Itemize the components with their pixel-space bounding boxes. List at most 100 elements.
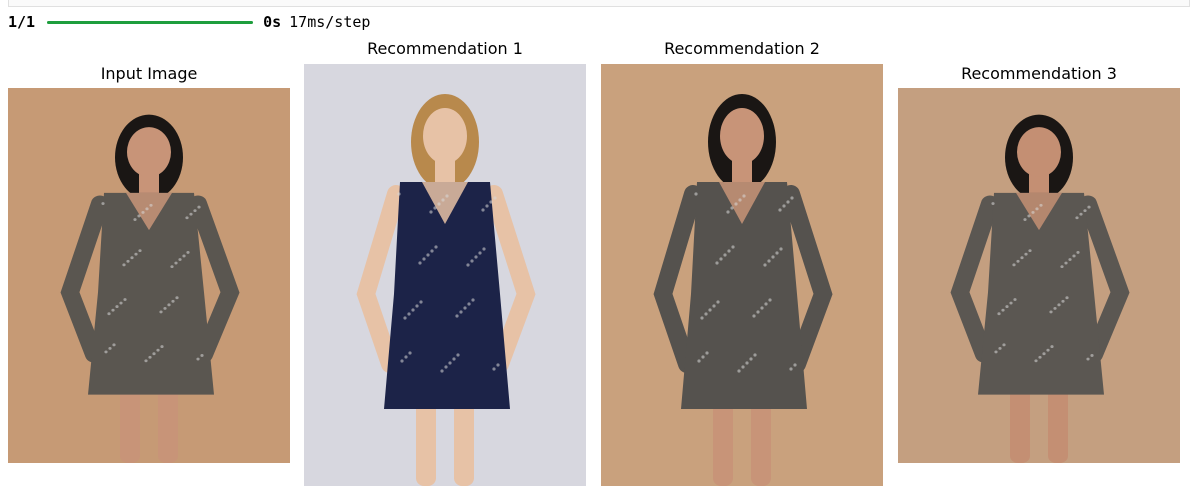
sequin-dot (1086, 357, 1090, 361)
sequin-dot (1023, 218, 1027, 221)
photo-illustration (8, 88, 290, 463)
sequin-dot (478, 251, 482, 255)
photo-illustration (304, 64, 586, 486)
sequin-dot (133, 218, 137, 221)
sequin-dot (119, 301, 123, 305)
sequin-dot (697, 359, 701, 363)
sequin-dot (123, 298, 127, 301)
sequin-dot (1001, 308, 1005, 312)
sequin-dot (115, 305, 119, 309)
sequin-dot (138, 249, 142, 253)
sequin-dot (429, 210, 433, 214)
sequin-dot (1013, 298, 1017, 301)
training-progress: 1/1 0s 17ms/step (8, 12, 370, 32)
sequin-dot (760, 306, 764, 310)
sequin-dot (474, 255, 478, 259)
sequin-dot (767, 259, 771, 263)
sequin-dot (1049, 310, 1053, 314)
sequin-dot (704, 312, 708, 316)
sequin-dot (145, 207, 149, 211)
sequin-dot (1076, 250, 1080, 254)
sequin-dot (171, 299, 175, 303)
sequin-dot (1034, 359, 1038, 363)
sequin-dot (1016, 259, 1020, 263)
sequin-dot (141, 210, 145, 214)
sequin-dot (1060, 265, 1064, 269)
photo-illustration (601, 64, 883, 486)
output-cell-border (8, 0, 1190, 7)
sequin-dot (1012, 263, 1016, 267)
sequin-dot (404, 355, 408, 359)
sequin-dot (1057, 303, 1061, 307)
sequin-dot (1083, 209, 1087, 213)
panel-title: Recommendation 2 (664, 39, 820, 58)
sequin-dot (470, 259, 474, 263)
sequin-dot (1009, 301, 1013, 305)
sequin-dot (493, 196, 497, 200)
model-face (1017, 127, 1061, 177)
sequin-dot (430, 249, 434, 253)
sequin-dot (126, 259, 130, 263)
sequin-dot (1075, 216, 1079, 220)
panel-title: Recommendation 3 (961, 64, 1117, 83)
sequin-dot (715, 261, 719, 265)
sequin-dot (144, 359, 148, 363)
sequin-dot (492, 367, 496, 371)
sequin-dot (452, 357, 456, 361)
sequin-dot (1090, 354, 1094, 357)
sequin-dot (1028, 249, 1032, 253)
sequin-dot (422, 257, 426, 261)
sequin-dot (694, 192, 698, 196)
sequin-dot (764, 302, 768, 306)
sequin-dot (122, 263, 126, 267)
sequin-dot (170, 265, 174, 269)
sequin-dot (111, 308, 115, 312)
sequin-dot (779, 247, 783, 251)
sequin-dot (467, 302, 471, 306)
sequin-dot (731, 245, 735, 249)
sequin-dot (763, 263, 767, 267)
sequin-dot (1031, 210, 1035, 214)
sequin-dot (149, 203, 153, 207)
eta-text: 0s (263, 13, 282, 31)
sequin-dot (178, 258, 182, 261)
sequin-dot (107, 312, 111, 316)
sequin-dot (408, 351, 412, 355)
sequin-dot (156, 348, 160, 352)
sequin-dot (466, 263, 470, 267)
sequin-dot (998, 346, 1002, 350)
progress-bar (47, 20, 254, 24)
sequin-dot (441, 198, 445, 202)
sequin-dot (1046, 348, 1050, 352)
sequin-dot (1079, 212, 1083, 216)
sequin-dot (997, 312, 1001, 316)
sequin-dot (434, 245, 438, 249)
sequin-dot (134, 252, 138, 256)
sequin-dot (444, 365, 448, 369)
sequin-dot (496, 363, 500, 367)
sequin-dot (1050, 345, 1054, 349)
sequin-dot (175, 296, 179, 300)
sequin-dot (455, 314, 459, 318)
sequin-dot (397, 192, 401, 196)
sequin-dot (433, 206, 437, 210)
sequin-dot (734, 202, 738, 206)
sequin-dot (481, 208, 485, 212)
sequin-dot (741, 365, 745, 369)
speed-text: 17ms/step (289, 13, 371, 31)
sequin-dot (471, 298, 475, 302)
sequin-dot (1053, 306, 1057, 310)
sequin-dot (403, 316, 407, 320)
sequin-dot (108, 346, 112, 350)
recommendation-1-image (304, 64, 586, 486)
sequin-dot (738, 198, 742, 202)
sequin-dot (719, 257, 723, 261)
sequin-dot (790, 196, 794, 200)
sequin-dot (419, 300, 423, 304)
step-count: 1/1 (8, 13, 36, 31)
sequin-dot (160, 345, 164, 349)
sequin-dot (418, 261, 422, 265)
sequin-dot (782, 204, 786, 208)
sequin-dot (727, 249, 731, 253)
sequin-dot (137, 214, 141, 218)
